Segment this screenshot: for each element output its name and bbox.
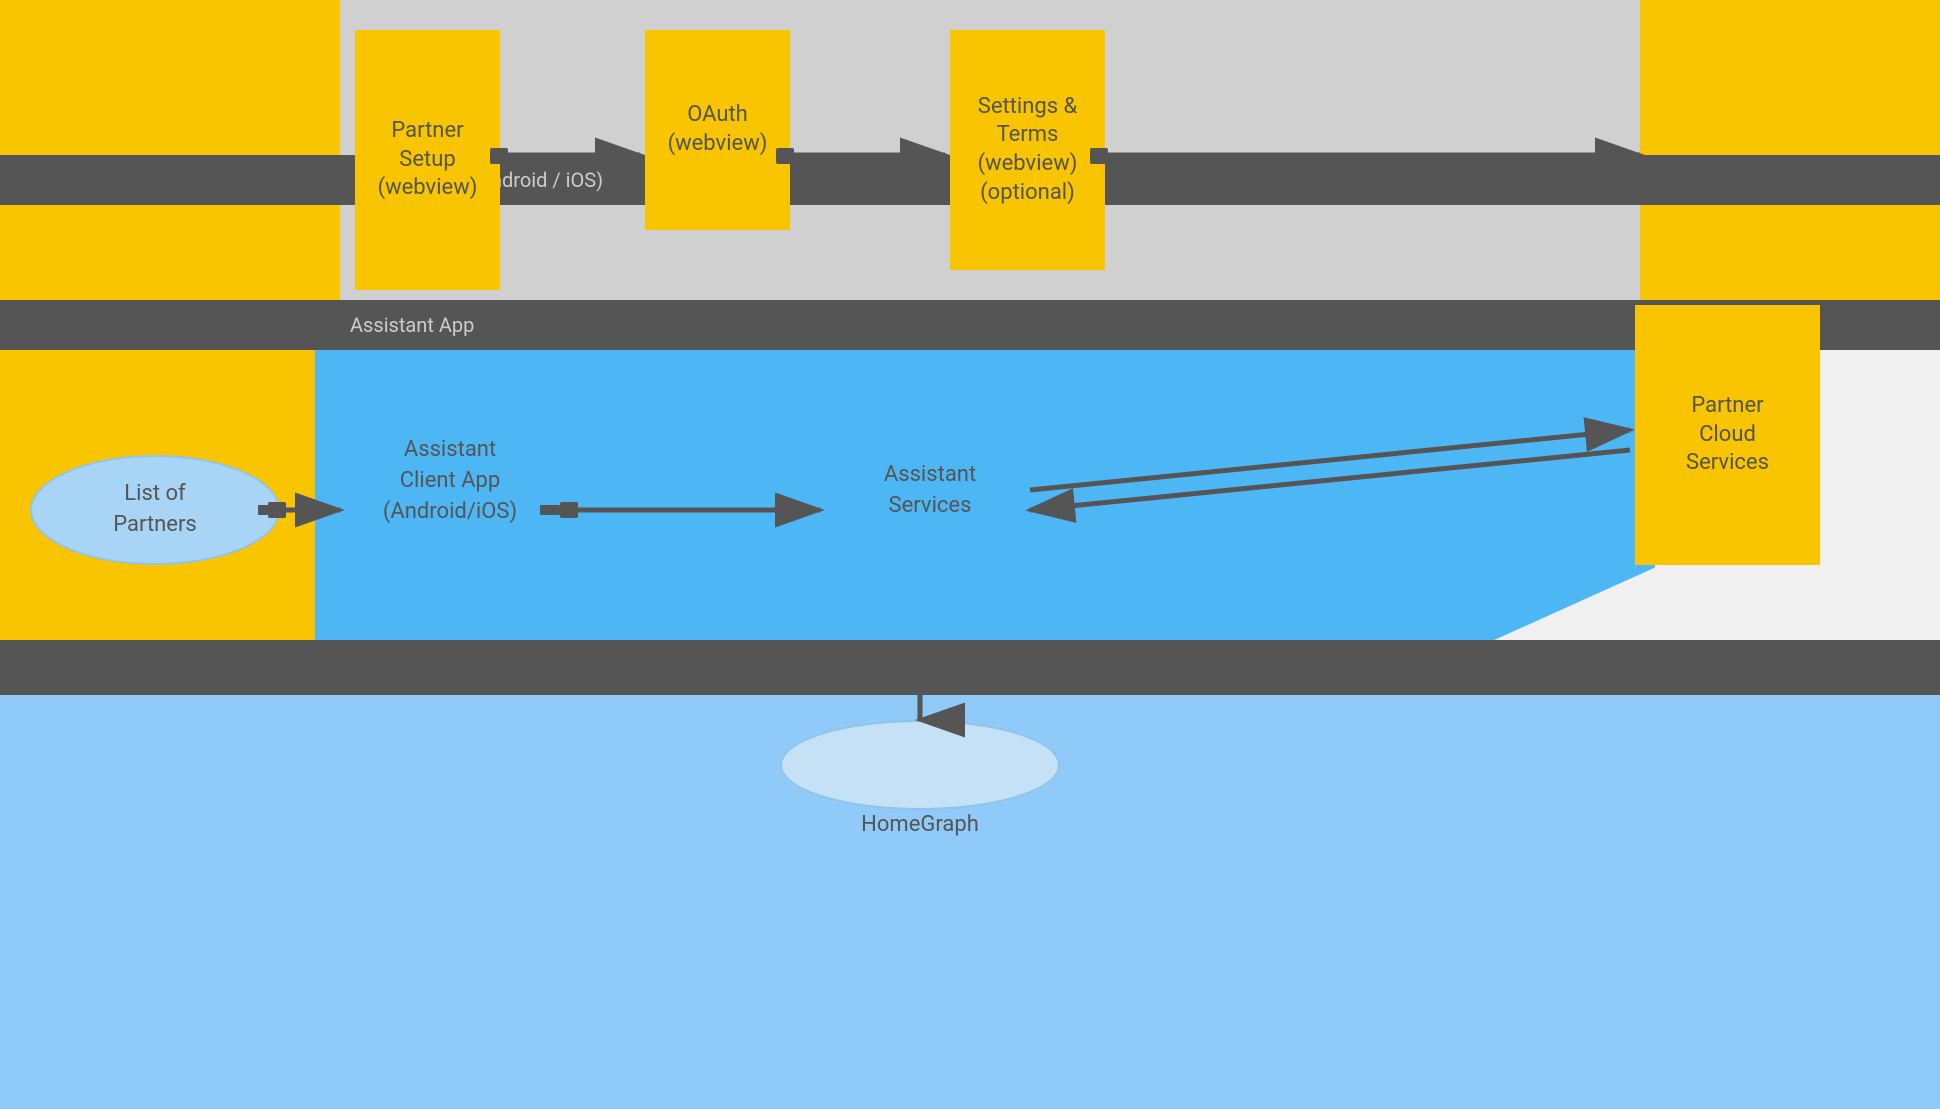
assistant-services-label: Assistant Services — [830, 460, 1030, 522]
oauth-label: OAuth (webview) — [668, 101, 768, 158]
partner-setup-label: Partner Setup (webview) — [378, 117, 478, 203]
list-of-partners-label: List of Partners — [32, 457, 278, 563]
partner-setup-box: Partner Setup (webview) — [355, 30, 500, 290]
yellow-left-zone — [0, 0, 340, 300]
settings-terms-label: Settings & Terms (webview) (optional) — [978, 93, 1078, 207]
homegraph-ellipse — [780, 720, 1060, 810]
settings-terms-box: Settings & Terms (webview) (optional) — [950, 30, 1105, 270]
list-of-partners-ellipse: List of Partners — [30, 455, 280, 565]
partner-cloud-services-label: Partner Cloud Services — [1686, 392, 1769, 478]
yellow-right-zone — [1640, 0, 1940, 300]
assistant-services-blue-ext — [1000, 350, 1280, 640]
oauth-box: OAuth (webview) — [645, 30, 790, 230]
diagram-container: Partner App (Android / iOS) Assistant Ap… — [0, 0, 1940, 1109]
homegraph-label: HomeGraph — [785, 810, 1055, 841]
partner-cloud-services-box: Partner Cloud Services — [1635, 305, 1820, 565]
assistant-app-bar-label: Assistant App — [0, 313, 474, 337]
assistant-client-app-label: Assistant Client App (Android/iOS) — [350, 435, 550, 527]
